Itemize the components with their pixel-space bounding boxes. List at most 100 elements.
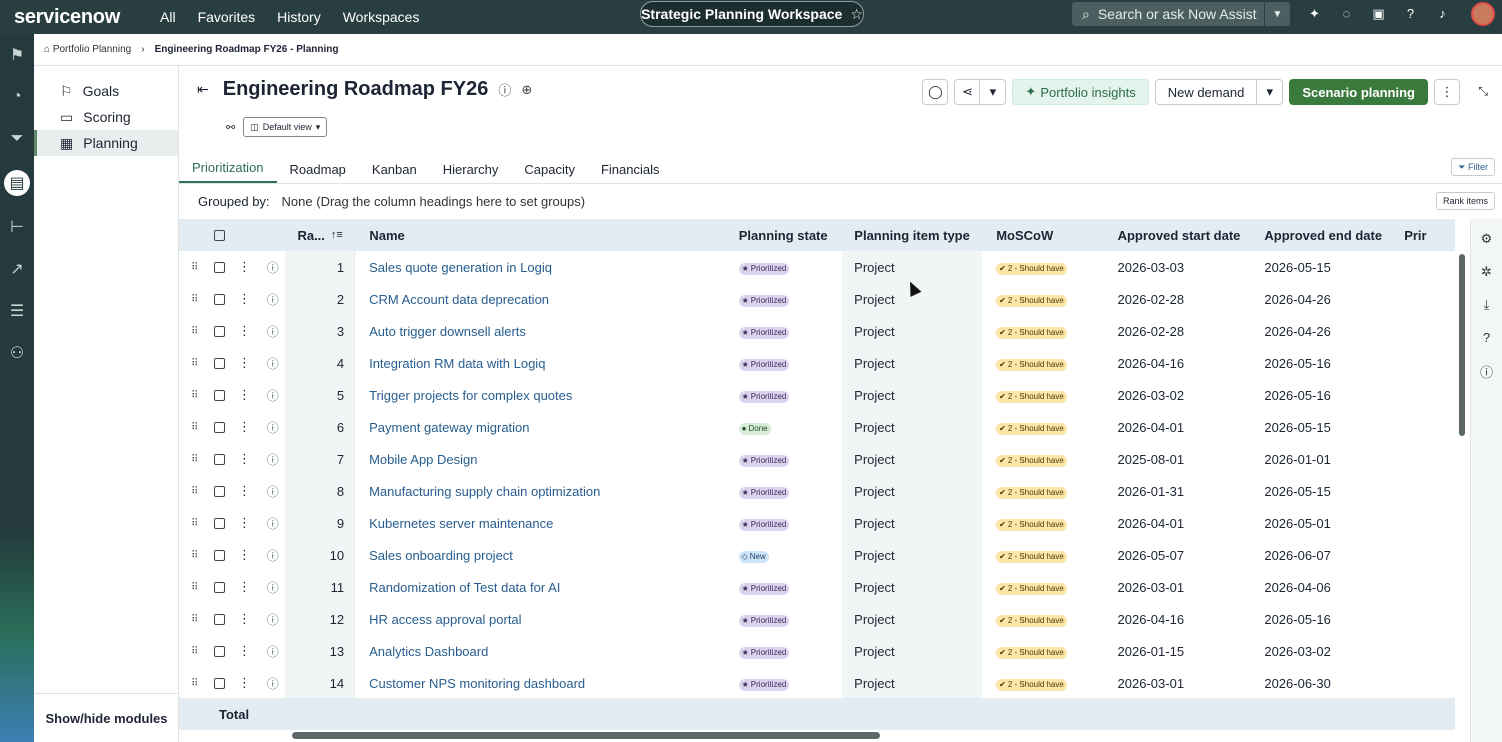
- row-checkbox[interactable]: [210, 293, 229, 305]
- column-planning-item-type[interactable]: Planning item type: [842, 219, 982, 251]
- rank-items-button[interactable]: Rank items: [1435, 192, 1495, 210]
- row-info-icon[interactable]: ⓘ: [260, 643, 285, 660]
- row-checkbox[interactable]: [210, 517, 229, 529]
- drag-handle-icon[interactable]: ⠿: [179, 390, 210, 401]
- nav-workspaces[interactable]: Workspaces: [343, 9, 420, 25]
- flag-icon[interactable]: ⚑: [0, 44, 34, 66]
- row-checkbox[interactable]: [210, 549, 229, 561]
- star-icon[interactable]: ☆: [850, 6, 863, 23]
- row-checkbox[interactable]: [210, 261, 229, 273]
- gear-icon[interactable]: ✲: [1481, 264, 1492, 280]
- tab-capacity[interactable]: Capacity: [511, 162, 588, 183]
- row-checkbox[interactable]: [210, 485, 229, 497]
- drag-handle-icon[interactable]: ⠿: [179, 486, 210, 497]
- globe-icon[interactable]: ⊕: [521, 82, 532, 98]
- bell-icon[interactable]: ♪: [1434, 6, 1451, 22]
- row-info-icon[interactable]: ⓘ: [260, 451, 285, 468]
- cell-name-link[interactable]: HR access approval portal: [355, 612, 727, 627]
- row-info-icon[interactable]: ⓘ: [260, 323, 285, 340]
- lightbulb-icon[interactable]: ◔: [0, 86, 34, 108]
- sparkle-icon[interactable]: ✦: [1306, 6, 1323, 22]
- row-info-icon[interactable]: ⓘ: [260, 387, 285, 404]
- cell-name-link[interactable]: Customer NPS monitoring dashboard: [355, 676, 727, 691]
- row-checkbox[interactable]: [210, 453, 229, 465]
- new-demand-dropdown[interactable]: ▾: [1257, 79, 1284, 105]
- chat-icon[interactable]: ◌: [1338, 6, 1355, 22]
- download-icon[interactable]: ⤓: [1484, 297, 1490, 313]
- nav-history[interactable]: History: [277, 9, 321, 25]
- table-row[interactable]: ⠿ ⋮ ⓘ 4 Integration RM data with Logiq ★ Prior…: [179, 347, 1455, 379]
- drag-handle-icon[interactable]: ⠿: [179, 262, 210, 273]
- inbox-icon[interactable]: ▣: [1370, 6, 1387, 22]
- cell-name-link[interactable]: Randomization of Test data for AI: [355, 580, 727, 595]
- scenario-planning-button[interactable]: Scenario planning: [1289, 79, 1428, 105]
- table-row[interactable]: ⠿ ⋮ ⓘ 14 Customer NPS monitoring dashboard ★ P…: [179, 667, 1455, 699]
- row-info-icon[interactable]: ⓘ: [260, 579, 285, 596]
- binoculars-icon[interactable]: ⚯: [226, 121, 235, 134]
- row-info-icon[interactable]: ⓘ: [260, 355, 285, 372]
- settings-sliders-icon[interactable]: ⚙: [1481, 231, 1493, 247]
- cell-name-link[interactable]: Auto trigger downsell alerts: [355, 324, 727, 339]
- cell-name-link[interactable]: Analytics Dashboard: [355, 644, 727, 659]
- cell-name-link[interactable]: Sales onboarding project: [355, 548, 727, 563]
- horizontal-scrollbar[interactable]: [292, 732, 880, 739]
- info-icon[interactable]: ⓘ: [1480, 362, 1493, 381]
- tab-prioritization[interactable]: Prioritization: [179, 160, 277, 183]
- cell-name-link[interactable]: CRM Account data deprecation: [355, 292, 727, 307]
- drag-handle-icon[interactable]: ⠿: [179, 326, 210, 337]
- cell-name-link[interactable]: Payment gateway migration: [355, 420, 727, 435]
- row-checkbox[interactable]: [210, 613, 229, 625]
- column-rank[interactable]: Ra... ↑≡: [285, 219, 356, 251]
- row-more-icon[interactable]: ⋮: [229, 483, 260, 499]
- module-goals[interactable]: ⚐ Goals: [34, 78, 178, 104]
- hierarchy-icon[interactable]: ⊢: [0, 216, 34, 238]
- module-planning[interactable]: ▦ Planning: [34, 130, 178, 156]
- show-hide-modules-button[interactable]: Show/hide modules: [34, 693, 179, 742]
- search-dropdown-icon[interactable]: ▼: [1264, 2, 1290, 26]
- drag-handle-icon[interactable]: ⠿: [179, 518, 210, 529]
- info-icon[interactable]: ⓘ: [498, 80, 511, 99]
- row-checkbox[interactable]: [210, 389, 229, 401]
- row-info-icon[interactable]: ⓘ: [260, 259, 285, 276]
- collapse-panel-icon[interactable]: ⇤: [197, 81, 209, 98]
- row-more-icon[interactable]: ⋮: [229, 419, 260, 435]
- column-name[interactable]: Name: [355, 228, 726, 243]
- row-info-icon[interactable]: ⓘ: [260, 611, 285, 628]
- cell-name-link[interactable]: Sales quote generation in Logiq: [355, 260, 727, 275]
- user-avatar[interactable]: [1471, 2, 1495, 26]
- row-checkbox[interactable]: [210, 645, 229, 657]
- tab-financials[interactable]: Financials: [588, 162, 673, 183]
- column-approved-end-date[interactable]: Approved end date: [1252, 228, 1396, 243]
- table-row[interactable]: ⠿ ⋮ ⓘ 11 Randomization of Test data for AI ★ P…: [179, 571, 1455, 603]
- people-icon[interactable]: ⚇: [0, 342, 34, 364]
- servicenow-logo[interactable]: servicenow: [14, 6, 154, 29]
- share-dropdown-button[interactable]: ▾: [980, 79, 1007, 105]
- cell-name-link[interactable]: Mobile App Design: [355, 452, 727, 467]
- row-info-icon[interactable]: ⓘ: [260, 291, 285, 308]
- funnel-icon[interactable]: ⏷: [0, 128, 34, 150]
- minimize-icon[interactable]: ⤡: [1478, 84, 1488, 99]
- table-row[interactable]: ⠿ ⋮ ⓘ 6 Payment gateway migration ● Done Projec…: [179, 411, 1455, 443]
- table-row[interactable]: ⠿ ⋮ ⓘ 9 Kubernetes server maintenance ★ Priori…: [179, 507, 1455, 539]
- row-checkbox[interactable]: [210, 357, 229, 369]
- drag-handle-icon[interactable]: ⠿: [179, 582, 210, 593]
- row-checkbox[interactable]: [210, 325, 229, 337]
- module-scoring[interactable]: ▭ Scoring: [34, 104, 178, 130]
- row-more-icon[interactable]: ⋮: [229, 515, 260, 531]
- row-info-icon[interactable]: ⓘ: [260, 483, 285, 500]
- nav-favorites[interactable]: Favorites: [198, 9, 256, 25]
- row-info-icon[interactable]: ⓘ: [260, 547, 285, 564]
- row-more-icon[interactable]: ⋮: [229, 355, 260, 371]
- tab-kanban[interactable]: Kanban: [359, 162, 430, 183]
- row-checkbox[interactable]: [210, 581, 229, 593]
- drag-handle-icon[interactable]: ⠿: [179, 454, 210, 465]
- drag-handle-icon[interactable]: ⠿: [179, 294, 210, 305]
- view-selector[interactable]: ◫ Default view ▾: [243, 117, 328, 137]
- help-icon[interactable]: ?: [1402, 6, 1419, 22]
- more-options-button[interactable]: ⋮: [1434, 79, 1460, 105]
- comment-button[interactable]: ◯: [922, 79, 949, 105]
- row-more-icon[interactable]: ⋮: [229, 547, 260, 563]
- list-icon[interactable]: ☰: [0, 300, 34, 322]
- row-info-icon[interactable]: ⓘ: [260, 675, 285, 692]
- table-row[interactable]: ⠿ ⋮ ⓘ 12 HR access approval portal ★ Prioritiz…: [179, 603, 1455, 635]
